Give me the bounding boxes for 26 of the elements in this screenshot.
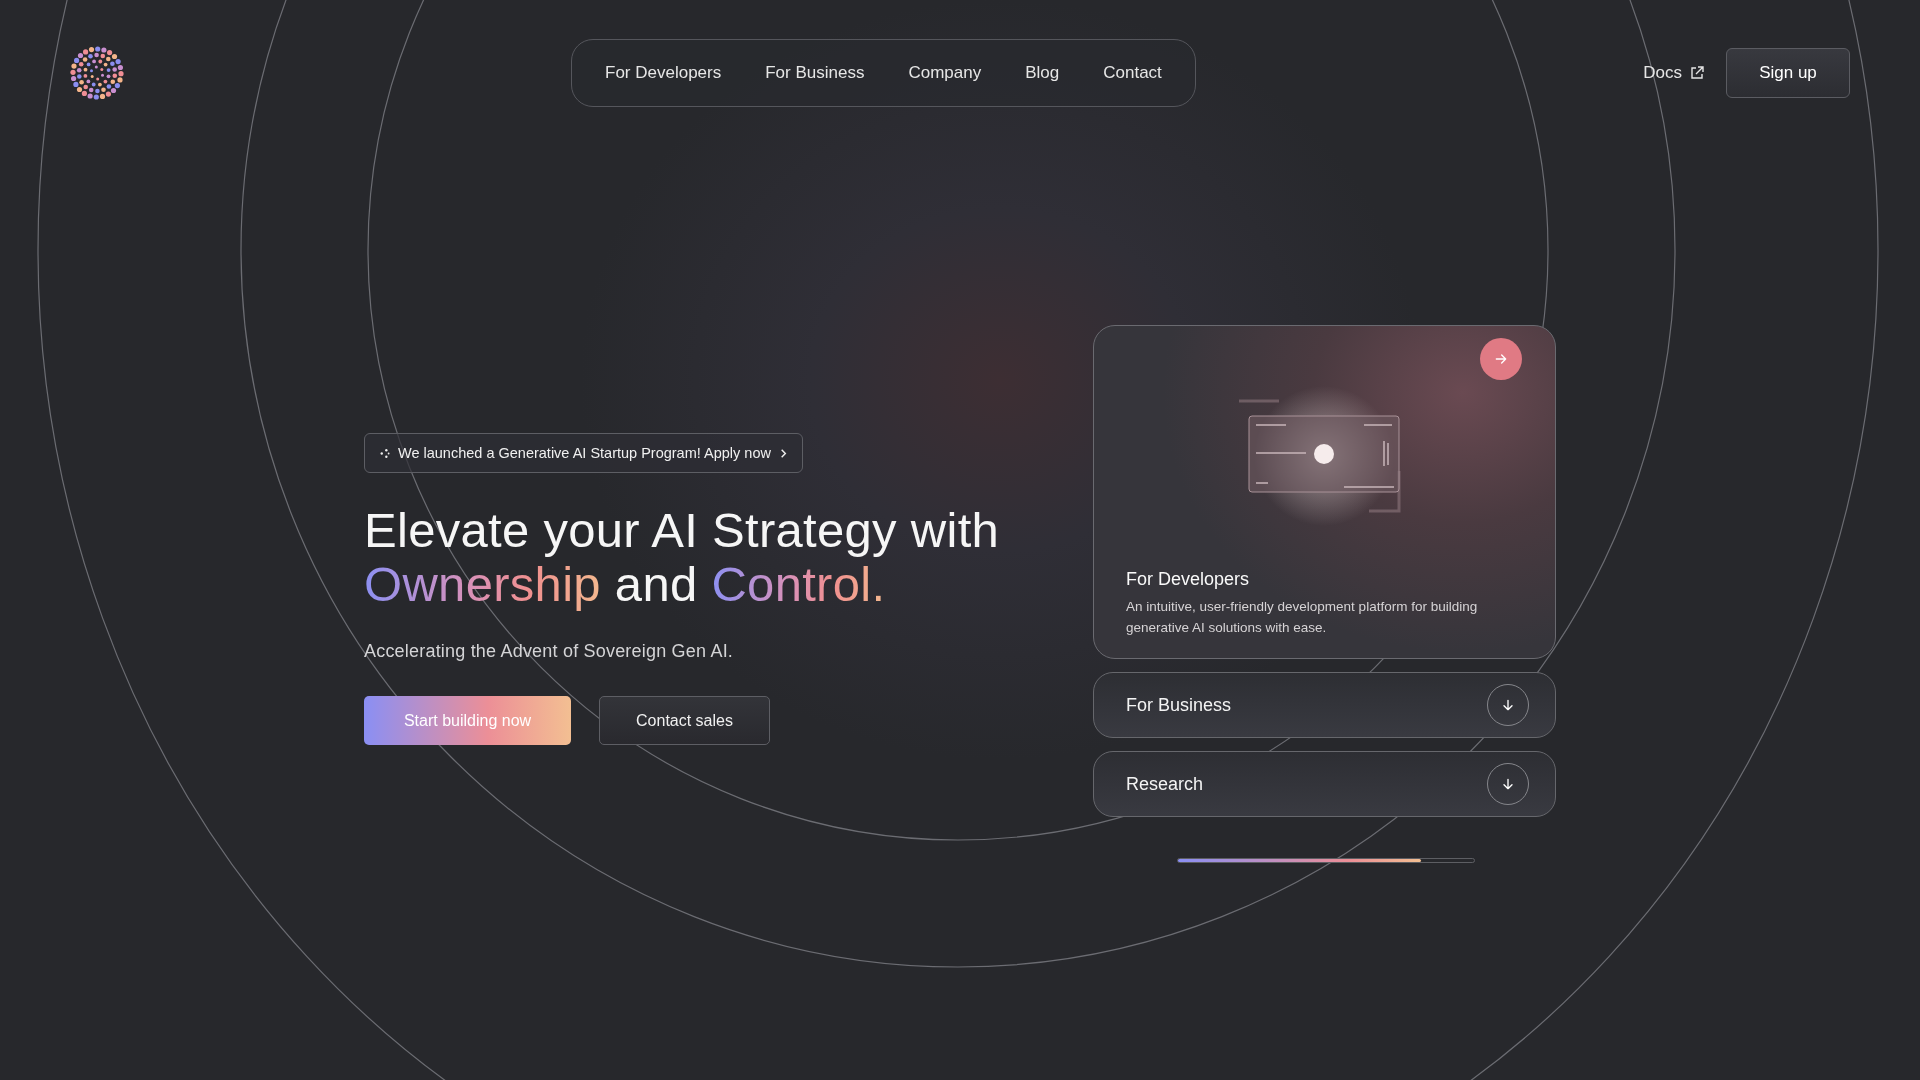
card-description: An intuitive, user-friendly development platform for building generative AI solutions with ease. <box>1126 598 1479 637</box>
nav-link[interactable]: For Developers <box>605 63 722 83</box>
external-link-icon <box>1690 66 1704 80</box>
nav-link[interactable]: For Business <box>765 63 865 83</box>
feature-card[interactable]: For Developers An intuitive, user-friendly development platform for building generative AI solutions with ease. <box>1093 325 1556 659</box>
sparkle-icon <box>379 447 390 459</box>
contact-sales-button[interactable]: Contact sales <box>599 696 770 745</box>
signup-button[interactable]: Sign up <box>1726 48 1850 98</box>
nav-link[interactable]: Company <box>908 63 982 83</box>
chevron-icon <box>778 447 788 459</box>
nav-link[interactable]: Blog <box>1025 63 1060 83</box>
arrow-down-icon <box>1500 697 1516 713</box>
nav-link[interactable]: Contact <box>1103 63 1162 83</box>
accordion-item[interactable]: Research <box>1093 751 1556 817</box>
arrow-right-icon <box>1493 351 1509 367</box>
accordion-item[interactable]: For Business <box>1093 672 1556 738</box>
headline: Elevate your AI Strategy with Ownership and Control. <box>364 503 1000 611</box>
card-title: For Developers <box>1126 569 1251 590</box>
arrow-button[interactable] <box>1480 338 1522 380</box>
accordion-title: For Business <box>1126 694 1233 716</box>
dotted-logo-icon[interactable] <box>70 46 124 100</box>
subtitle: Accelerating the Advent of Sovereign Gen AI. <box>364 641 734 662</box>
accordion-title: Research <box>1126 773 1205 795</box>
docs-link[interactable]: Docs <box>1643 63 1682 83</box>
announcement-link[interactable]: We launched a Generative AI Startup Program! Apply now <box>364 433 803 473</box>
arrow-down-icon <box>1500 776 1516 792</box>
